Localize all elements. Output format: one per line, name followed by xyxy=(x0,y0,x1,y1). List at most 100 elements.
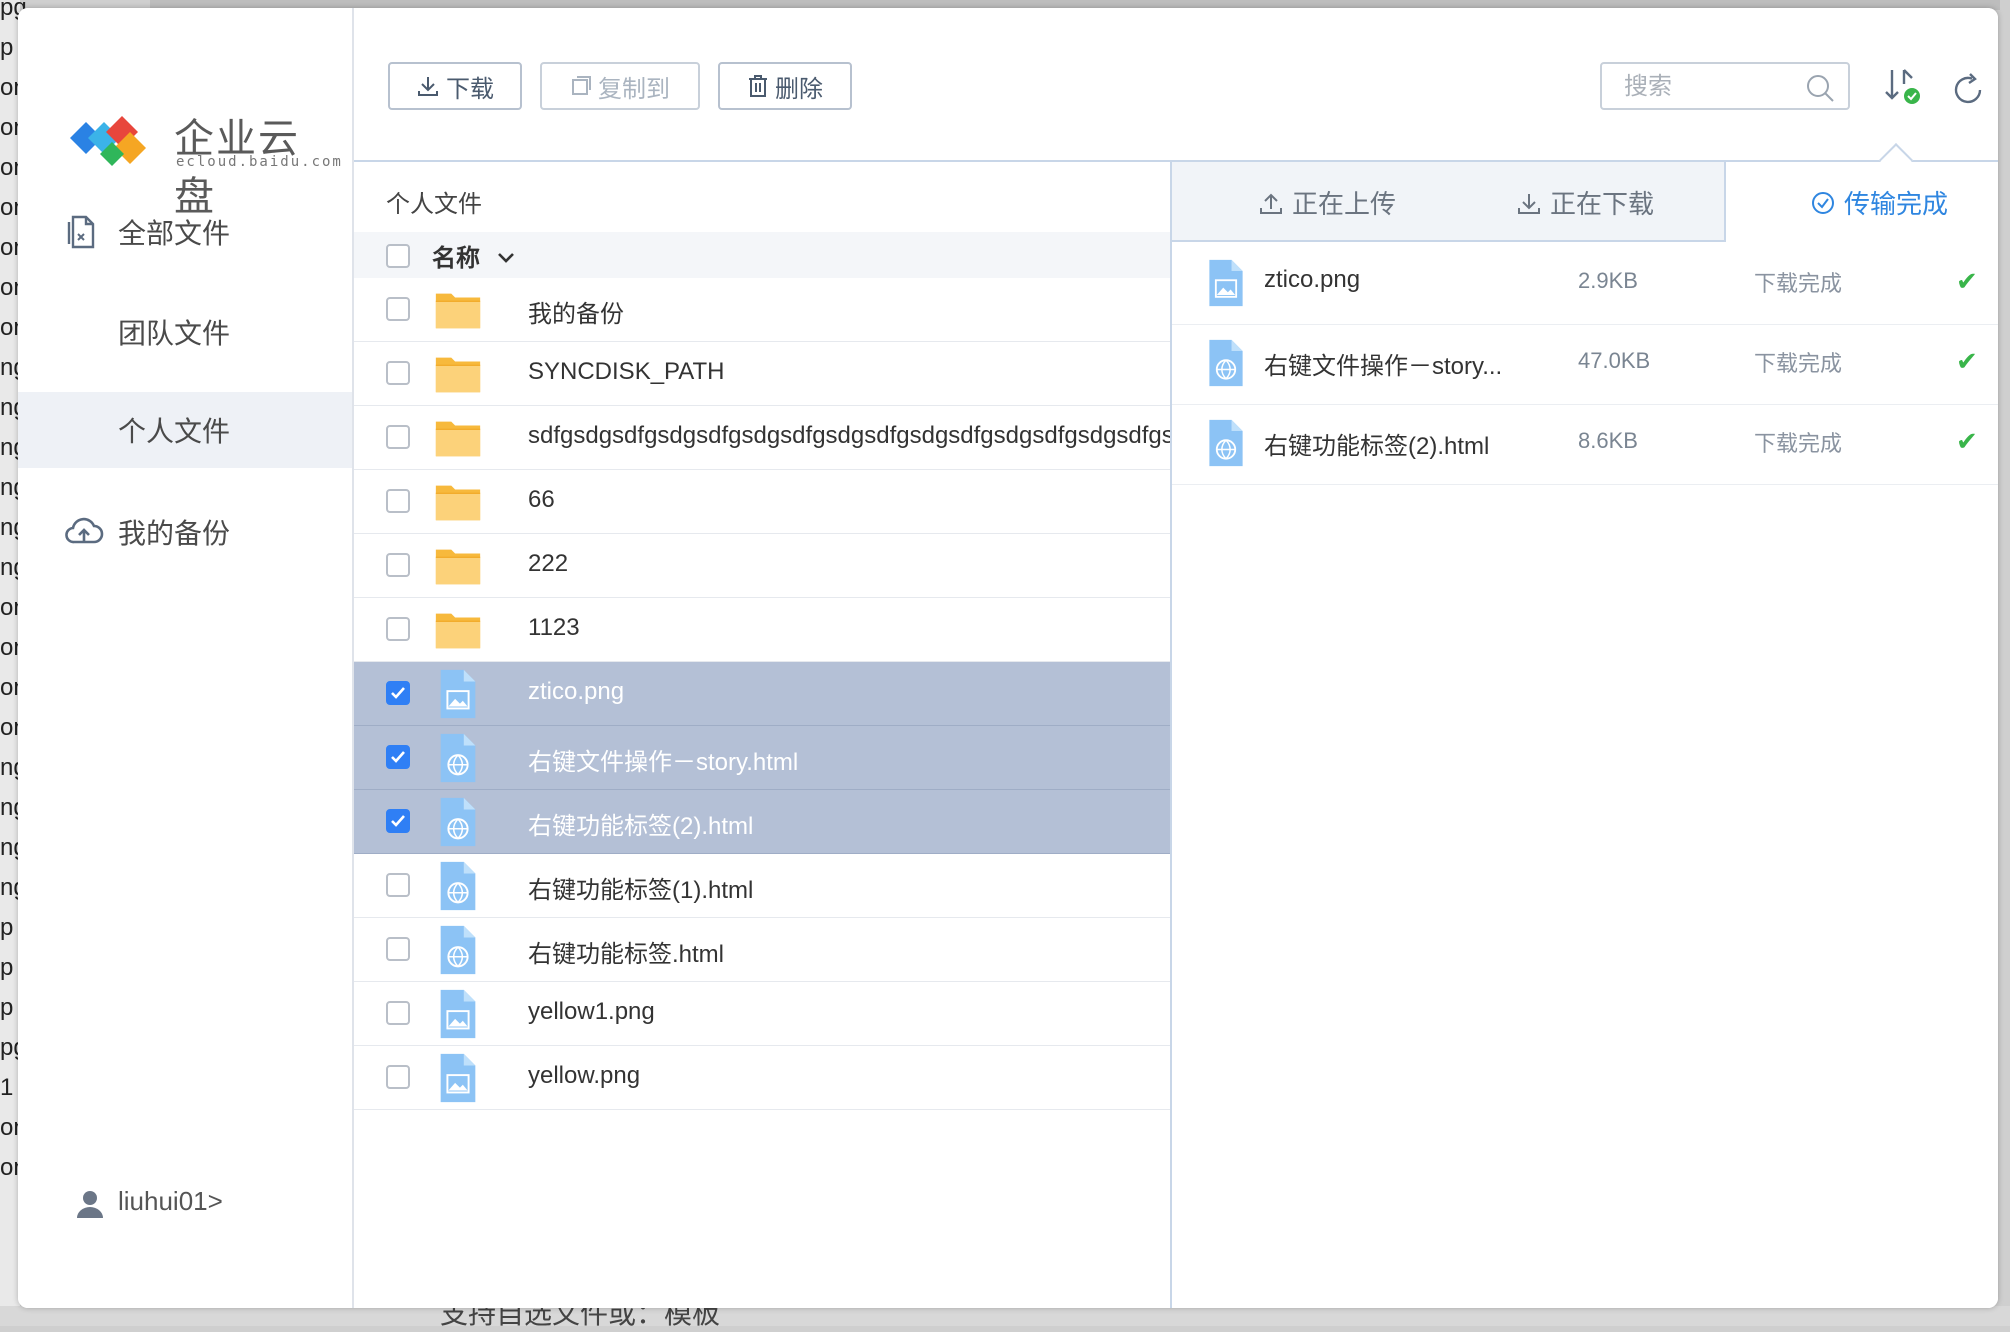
file-row[interactable]: yellow.png xyxy=(354,1046,1170,1110)
file-name: 右键功能标签(2).html xyxy=(528,813,754,840)
file-name: 右键功能标签.html xyxy=(528,941,725,968)
file-list-panel: 个人文件 名称 我的备份 SYNCDISK_PATH sdfgsdgsdfgsd… xyxy=(354,162,1172,1308)
row-checkbox[interactable] xyxy=(386,361,410,385)
html-file-icon xyxy=(432,924,486,978)
sidebar-item-label: 我的备份 xyxy=(118,518,231,549)
tab-downloading-label: 正在下载 xyxy=(1550,189,1655,219)
background-text-fragment: p xyxy=(0,914,14,941)
sidebar-item-label: 团队文件 xyxy=(118,318,231,349)
background-text-fragment: p xyxy=(0,994,14,1021)
delete-button-label: 删除 xyxy=(775,75,823,103)
download-button[interactable]: 下载 xyxy=(388,62,522,110)
copy-to-button-label: 复制到 xyxy=(598,75,670,103)
file-row[interactable]: sdfgsdgsdfgsdgsdfgsdgsdfgsdgsdfgsdgsdfgs… xyxy=(354,406,1170,470)
file-row[interactable]: SYNCDISK_PATH xyxy=(354,342,1170,406)
file-name: 66 xyxy=(528,486,555,513)
file-name: 1123 xyxy=(528,614,580,641)
row-checkbox[interactable] xyxy=(386,937,410,961)
row-checkbox[interactable] xyxy=(386,297,410,321)
file-name: yellow.png xyxy=(528,1062,641,1089)
file-row[interactable]: 右键文件操作－story.html xyxy=(354,726,1170,790)
file-list-header: 名称 xyxy=(354,232,1170,278)
row-checkbox[interactable] xyxy=(386,617,410,641)
transfer-file-size: 47.0KB xyxy=(1578,348,1651,373)
transfer-file-name: 右键功能标签(2).html xyxy=(1264,433,1490,460)
row-checkbox[interactable] xyxy=(386,681,410,705)
select-all-checkbox[interactable] xyxy=(386,244,410,268)
background-text-fragment: p xyxy=(0,954,14,981)
transfer-status: 下载完成 xyxy=(1754,271,1843,296)
row-checkbox[interactable] xyxy=(386,873,410,897)
folder-icon xyxy=(432,348,486,402)
row-checkbox[interactable] xyxy=(386,745,410,769)
file-row[interactable]: 我的备份 xyxy=(354,278,1170,342)
row-checkbox[interactable] xyxy=(386,553,410,577)
transfer-list-icon[interactable] xyxy=(1882,66,1922,110)
chevron-down-icon xyxy=(497,253,514,263)
user-icon xyxy=(77,1191,103,1218)
transfer-row[interactable]: 右键文件操作－story... 47.0KB 下载完成 ✔ xyxy=(1172,324,1998,405)
upload-icon xyxy=(1260,193,1282,214)
file-name: sdfgsdgsdfgsdgsdfgsdgsdfgsdgsdfgsdgsdfgs… xyxy=(528,422,1172,449)
sidebar-item-all-files[interactable]: 全部文件 xyxy=(18,194,352,270)
folder-icon xyxy=(432,540,486,594)
cloud-upload-icon xyxy=(65,517,104,544)
transfer-file-size: 2.9KB xyxy=(1578,268,1638,293)
html-file-icon xyxy=(432,796,486,850)
transfer-panel: 正在上传 正在下载 传输完成 ztico.png 2.9KB 下载完成 ✔ 右键… xyxy=(1172,162,1998,1308)
app-window: 企业云盘 ecloud.baidu.com 全部文件 团队文件 个人文件 我的备… xyxy=(18,8,1998,1308)
row-checkbox[interactable] xyxy=(386,1065,410,1089)
file-row[interactable]: 222 xyxy=(354,534,1170,598)
sidebar-item-personal-files[interactable]: 个人文件 xyxy=(18,392,352,468)
search-icon[interactable] xyxy=(1804,72,1836,104)
file-name: 右键文件操作－story.html xyxy=(528,749,799,776)
file-row[interactable]: yellow1.png xyxy=(354,982,1170,1046)
transfer-file-name: 右键文件操作－story... xyxy=(1264,353,1503,380)
document-icon xyxy=(67,215,95,249)
toolbar: 下载 复制到 删除 xyxy=(354,8,1998,177)
row-checkbox[interactable] xyxy=(386,809,410,833)
file-name: ztico.png xyxy=(528,678,625,705)
background-text-fragment: 1 xyxy=(0,1074,14,1101)
app-logo: 企业云盘 ecloud.baidu.com xyxy=(64,102,341,220)
user-name: liuhui01> xyxy=(118,1186,223,1216)
file-name: SYNCDISK_PATH xyxy=(528,358,725,385)
checkmark-icon: ✔ xyxy=(1956,346,1978,376)
file-row[interactable]: 右键功能标签(2).html xyxy=(354,790,1170,854)
transfer-row[interactable]: 右键功能标签(2).html 8.6KB 下载完成 ✔ xyxy=(1172,404,1998,485)
file-row[interactable]: 66 xyxy=(354,470,1170,534)
download-icon xyxy=(418,77,438,96)
column-name-header[interactable]: 名称 xyxy=(432,238,517,273)
sidebar-item-my-backup[interactable]: 我的备份 xyxy=(18,494,352,570)
download-icon xyxy=(1518,193,1540,214)
background-window-strip: pg p on on on on on on on ng ng ng ng ng ng on on on on ng n… xyxy=(0,0,27,1326)
tab-downloading[interactable]: 正在下载 xyxy=(1516,184,1654,221)
file-row[interactable]: 右键功能标签(1).html xyxy=(354,854,1170,918)
transfer-file-size: 8.6KB xyxy=(1578,428,1638,453)
file-name: yellow1.png xyxy=(528,998,655,1025)
transfer-row[interactable]: ztico.png 2.9KB 下载完成 ✔ xyxy=(1172,244,1998,325)
copy-to-button[interactable]: 复制到 xyxy=(540,62,700,110)
file-row[interactable]: 右键功能标签.html xyxy=(354,918,1170,982)
refresh-icon[interactable] xyxy=(1948,70,1988,110)
tab-completed[interactable]: 传输完成 xyxy=(1810,184,1948,221)
copy-icon xyxy=(572,76,591,95)
file-row[interactable]: ztico.png xyxy=(354,662,1170,726)
html-file-icon xyxy=(1202,416,1250,470)
delete-button[interactable]: 删除 xyxy=(718,62,852,110)
image-file-icon xyxy=(432,1052,486,1106)
image-file-icon xyxy=(432,988,486,1042)
file-name: 右键功能标签(1).html xyxy=(528,877,754,904)
file-name: 222 xyxy=(528,550,569,577)
row-checkbox[interactable] xyxy=(386,425,410,449)
folder-icon xyxy=(432,284,486,338)
search-input[interactable] xyxy=(1622,70,1796,104)
row-checkbox[interactable] xyxy=(386,489,410,513)
image-file-icon xyxy=(1202,256,1250,310)
checkmark-icon: ✔ xyxy=(1956,266,1978,296)
search-box xyxy=(1600,62,1850,110)
tab-uploading[interactable]: 正在上传 xyxy=(1258,184,1396,221)
file-row[interactable]: 1123 xyxy=(354,598,1170,662)
sidebar-item-team-files[interactable]: 团队文件 xyxy=(18,294,352,370)
row-checkbox[interactable] xyxy=(386,1001,410,1025)
